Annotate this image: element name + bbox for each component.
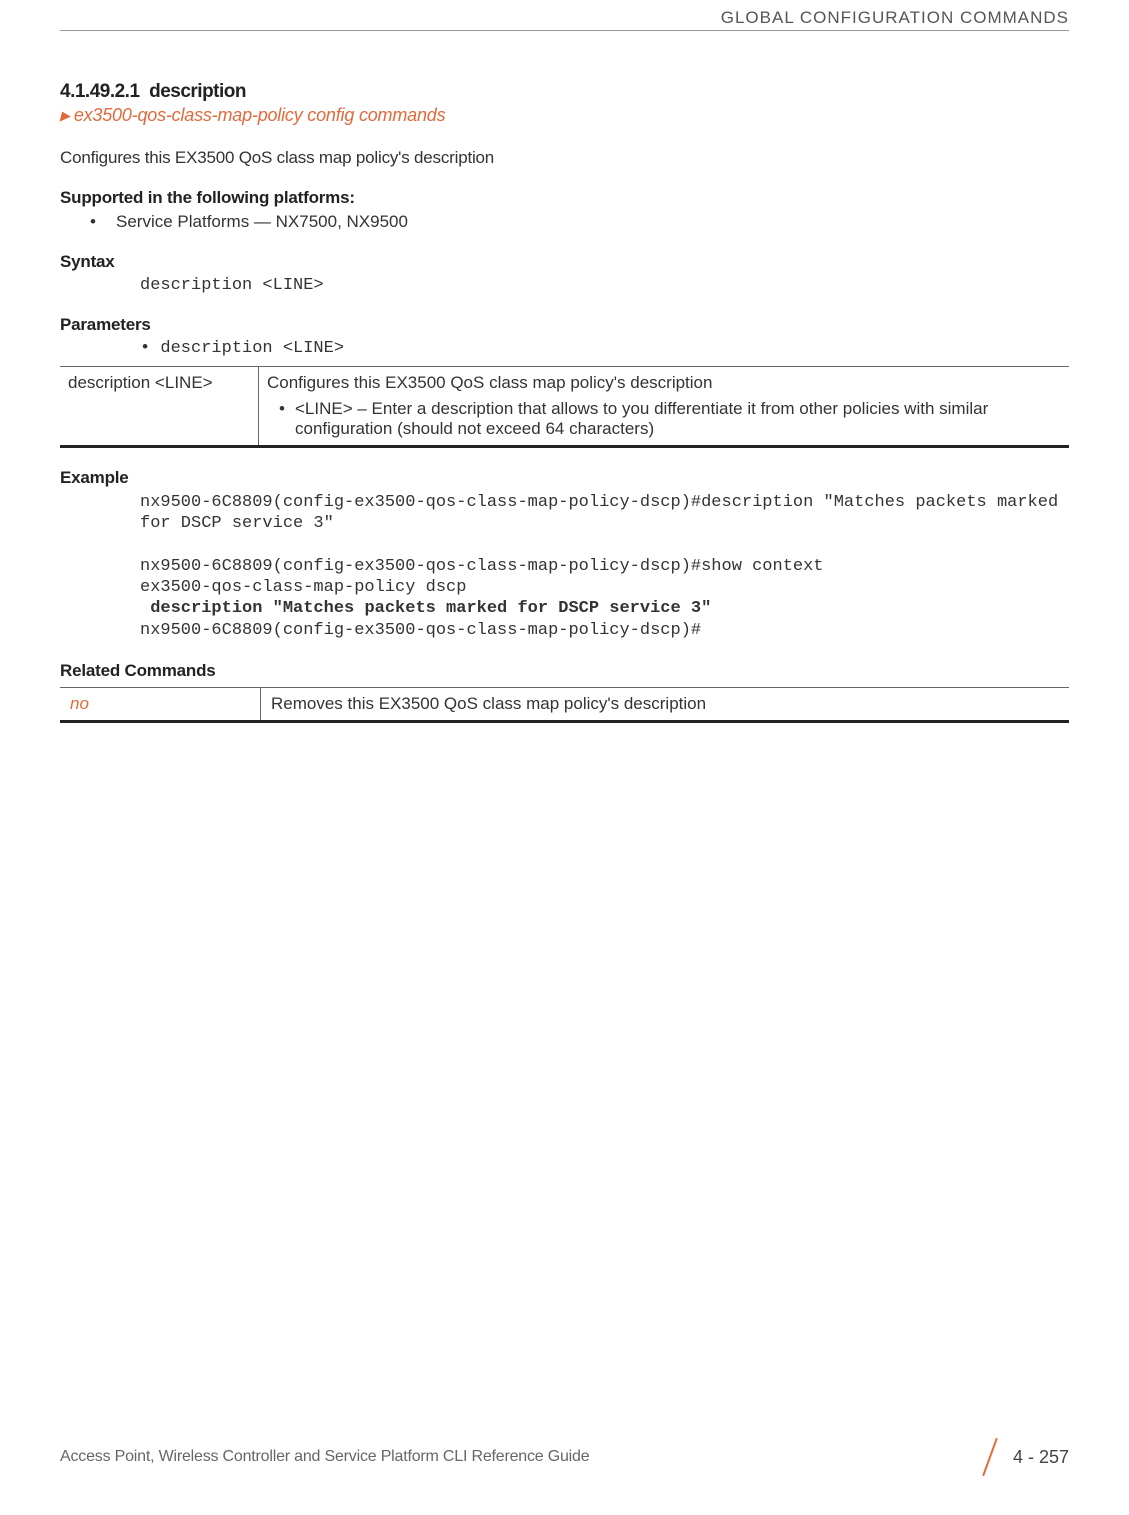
running-header: GLOBAL CONFIGURATION COMMANDS	[60, 0, 1069, 31]
parameters-label: Parameters	[60, 315, 1069, 335]
footer-title: Access Point, Wireless Controller and Se…	[60, 1448, 589, 1466]
section-number: 4.1.49.2.1	[60, 81, 140, 102]
section-title: description	[149, 81, 246, 102]
bullet-icon: •	[90, 212, 116, 232]
example-line: ex3500-qos-class-map-policy dscp	[140, 578, 466, 597]
param-desc-bullet-text: <LINE> – Enter a description that allows…	[295, 399, 1059, 439]
section-heading: 4.1.49.2.1 description	[60, 81, 1069, 103]
arrow-right-icon: ▶	[60, 108, 70, 123]
syntax-text: description <LINE>	[140, 276, 1069, 295]
page-content: 4.1.49.2.1 description ▶ ex3500-qos-class…	[60, 31, 1069, 1439]
syntax-label: Syntax	[60, 252, 1069, 272]
table-row: no Removes this EX3500 QoS class map pol…	[60, 687, 1069, 721]
page-number: 4 - 257	[1013, 1447, 1069, 1468]
example-line-bold: description "Matches packets marked for …	[140, 599, 711, 618]
page-footer: Access Point, Wireless Controller and Se…	[60, 1439, 1069, 1515]
page-number-group: 4 - 257	[983, 1439, 1069, 1475]
example-block: nx9500-6C8809(config-ex3500-qos-class-ma…	[140, 492, 1069, 641]
breadcrumb[interactable]: ▶ ex3500-qos-class-map-policy config comm…	[60, 105, 1069, 126]
example-line: nx9500-6C8809(config-ex3500-qos-class-ma…	[140, 493, 1068, 533]
param-name-cell: description <LINE>	[60, 367, 259, 447]
parameters-table: description <LINE> Configures this EX350…	[60, 366, 1069, 448]
param-desc-line1: Configures this EX3500 QoS class map pol…	[267, 373, 1059, 393]
related-cmd-cell[interactable]: no	[60, 687, 261, 721]
supported-item: • Service Platforms — NX7500, NX9500	[60, 212, 1069, 232]
slash-icon	[983, 1439, 997, 1475]
param-desc-cell: Configures this EX3500 QoS class map pol…	[259, 367, 1070, 447]
breadcrumb-text: ex3500-qos-class-map-policy config comma…	[74, 105, 446, 125]
bullet-icon: •	[279, 399, 295, 439]
example-label: Example	[60, 468, 1069, 488]
parameters-bullet-text: description <LINE>	[160, 339, 344, 358]
supported-item-text: Service Platforms — NX7500, NX9500	[116, 212, 408, 232]
header-title: GLOBAL CONFIGURATION COMMANDS	[721, 8, 1069, 27]
related-table: no Removes this EX3500 QoS class map pol…	[60, 687, 1069, 723]
parameters-bullet: • description <LINE>	[140, 339, 1069, 358]
intro-text: Configures this EX3500 QoS class map pol…	[60, 148, 1069, 168]
example-line: nx9500-6C8809(config-ex3500-qos-class-ma…	[140, 557, 824, 576]
related-cmd-name: no	[70, 694, 89, 713]
related-label: Related Commands	[60, 661, 1069, 681]
table-row: description <LINE> Configures this EX350…	[60, 367, 1069, 447]
param-desc-bullet-row: • <LINE> – Enter a description that allo…	[267, 399, 1059, 439]
related-desc-cell: Removes this EX3500 QoS class map policy…	[261, 687, 1070, 721]
supported-label: Supported in the following platforms:	[60, 188, 1069, 208]
example-line: nx9500-6C8809(config-ex3500-qos-class-ma…	[140, 621, 701, 640]
